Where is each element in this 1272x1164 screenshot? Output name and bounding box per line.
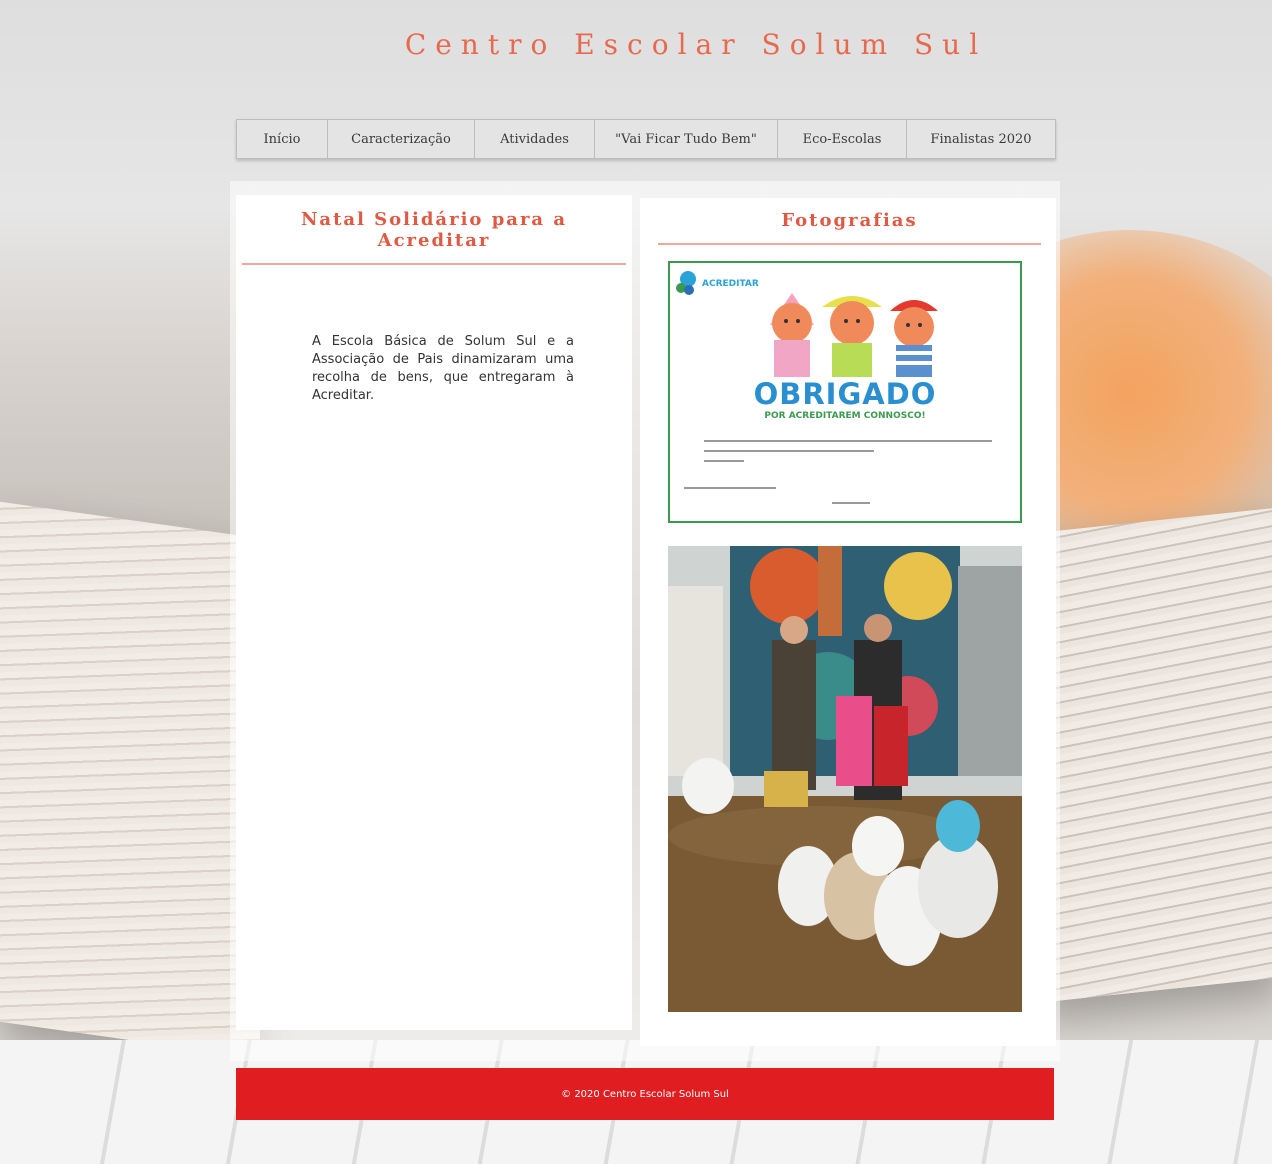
letter-subheadline: POR ACREDITAREM CONNOSCO! bbox=[764, 411, 926, 421]
letter-text-line bbox=[704, 450, 874, 452]
donation-photo[interactable] bbox=[668, 546, 1022, 1012]
letter-text-line bbox=[684, 487, 776, 489]
letter-signature-line bbox=[832, 502, 870, 504]
nav-item-eco-escolas[interactable]: Eco-Escolas bbox=[778, 120, 907, 158]
gallery-title: Fotografias bbox=[658, 210, 1041, 245]
letter-headline: OBRIGADO bbox=[753, 377, 937, 411]
acreditar-logo: ACREDITAR bbox=[676, 271, 759, 297]
letter-text-line bbox=[704, 460, 744, 462]
logo-text: ACREDITAR bbox=[702, 279, 759, 289]
logo-circles-icon bbox=[676, 271, 698, 297]
background-book-right bbox=[1040, 507, 1272, 1003]
nav-item-caracterizacao[interactable]: Caracterização bbox=[328, 120, 475, 158]
footer-copyright: © 2020 Centro Escolar Solum Sul bbox=[561, 1088, 729, 1100]
background-book-left bbox=[0, 501, 260, 1059]
article-panel: Natal Solidário para a Acreditar A Escol… bbox=[236, 195, 632, 1030]
children-illustration bbox=[770, 293, 938, 377]
nav-item-atividades[interactable]: Atividades bbox=[475, 120, 595, 158]
nav-item-finalistas-2020[interactable]: Finalistas 2020 bbox=[907, 120, 1055, 158]
article-body: A Escola Básica de Solum Sul e a Associa… bbox=[312, 334, 574, 403]
letter-text-line bbox=[704, 440, 992, 442]
site-footer: © 2020 Centro Escolar Solum Sul bbox=[236, 1068, 1054, 1120]
thank-you-letter-image[interactable]: ACREDITAR OBRIGADO POR ACREDITAREM CONNO… bbox=[668, 261, 1022, 523]
nav-item-inicio[interactable]: Início bbox=[237, 120, 328, 158]
article-title: Natal Solidário para a Acreditar bbox=[242, 209, 626, 265]
nav-item-vai-ficar-tudo-bem[interactable]: "Vai Ficar Tudo Bem" bbox=[595, 120, 778, 158]
main-nav: Início Caracterização Atividades "Vai Fi… bbox=[236, 119, 1056, 159]
gallery-panel: Fotografias ACREDITAR OBRIGADO POR ACRED… bbox=[640, 198, 1056, 1046]
donation-photo-scene bbox=[668, 546, 1022, 1012]
site-title: Centro Escolar Solum Sul bbox=[404, 28, 988, 61]
